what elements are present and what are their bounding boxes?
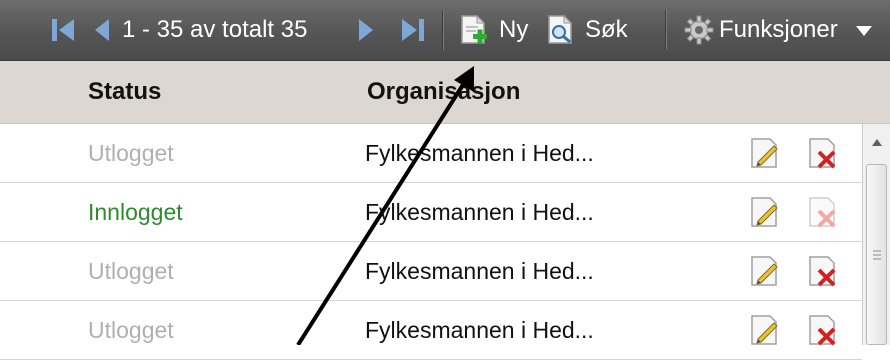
- column-header-status[interactable]: Status: [88, 61, 161, 123]
- status-cell: Utlogget: [88, 140, 174, 166]
- vertical-scrollbar[interactable]: [862, 124, 890, 345]
- new-button-label: Ny: [499, 16, 529, 43]
- column-header-organisation[interactable]: Organisasjon: [367, 61, 520, 123]
- table-body: Utlogget Fylkesmannen i Hed... Innlogget…: [0, 124, 862, 360]
- status-cell: Utlogget: [88, 258, 174, 284]
- table-row[interactable]: Utlogget Fylkesmannen i Hed...: [0, 124, 862, 183]
- last-page-icon[interactable]: [398, 17, 426, 43]
- search-button-label: Søk: [585, 16, 628, 43]
- edit-icon[interactable]: [748, 313, 782, 347]
- status-cell: Utlogget: [88, 317, 174, 343]
- organisation-cell: Fylkesmannen i Hed...: [365, 317, 594, 343]
- edit-icon[interactable]: [748, 254, 782, 288]
- new-button[interactable]: Ny: [455, 0, 547, 60]
- pager-toolbar: 1 - 35 av totalt 35 Ny Søk Funksjoner: [0, 0, 890, 61]
- new-document-icon: [461, 14, 487, 44]
- edit-icon[interactable]: [748, 136, 782, 170]
- functions-dropdown-label: Funksjoner: [719, 16, 838, 43]
- first-page-icon[interactable]: [50, 17, 78, 43]
- previous-page-icon[interactable]: [92, 17, 112, 43]
- scrollbar-grip-icon: [873, 250, 881, 260]
- table-row[interactable]: Utlogget Fylkesmannen i Hed...: [0, 242, 862, 301]
- delete-icon-disabled: [809, 197, 836, 228]
- chevron-down-icon: [856, 26, 872, 36]
- delete-icon[interactable]: [806, 254, 840, 288]
- delete-icon[interactable]: [806, 313, 840, 347]
- search-icon: [548, 14, 573, 44]
- gear-icon: [684, 15, 714, 45]
- search-button[interactable]: Søk: [542, 0, 652, 60]
- page-info: 1 - 35 av totalt 35: [122, 16, 308, 43]
- table-row[interactable]: Innlogget Fylkesmannen i Hed...: [0, 183, 862, 242]
- organisation-cell: Fylkesmannen i Hed...: [365, 199, 594, 225]
- toolbar-separator: [665, 10, 667, 50]
- functions-dropdown[interactable]: Funksjoner: [676, 0, 890, 60]
- scroll-up-arrow-icon[interactable]: [863, 124, 890, 164]
- edit-icon[interactable]: [748, 195, 782, 229]
- delete-icon[interactable]: [806, 136, 840, 170]
- organisation-cell: Fylkesmannen i Hed...: [365, 140, 594, 166]
- table-header: Status Organisasjon: [0, 61, 890, 124]
- next-page-icon[interactable]: [356, 17, 376, 43]
- table-row[interactable]: Utlogget Fylkesmannen i Hed...: [0, 301, 862, 360]
- status-cell: Innlogget: [88, 199, 183, 225]
- organisation-cell: Fylkesmannen i Hed...: [365, 258, 594, 284]
- toolbar-separator: [442, 10, 444, 50]
- scrollbar-thumb[interactable]: [866, 164, 887, 345]
